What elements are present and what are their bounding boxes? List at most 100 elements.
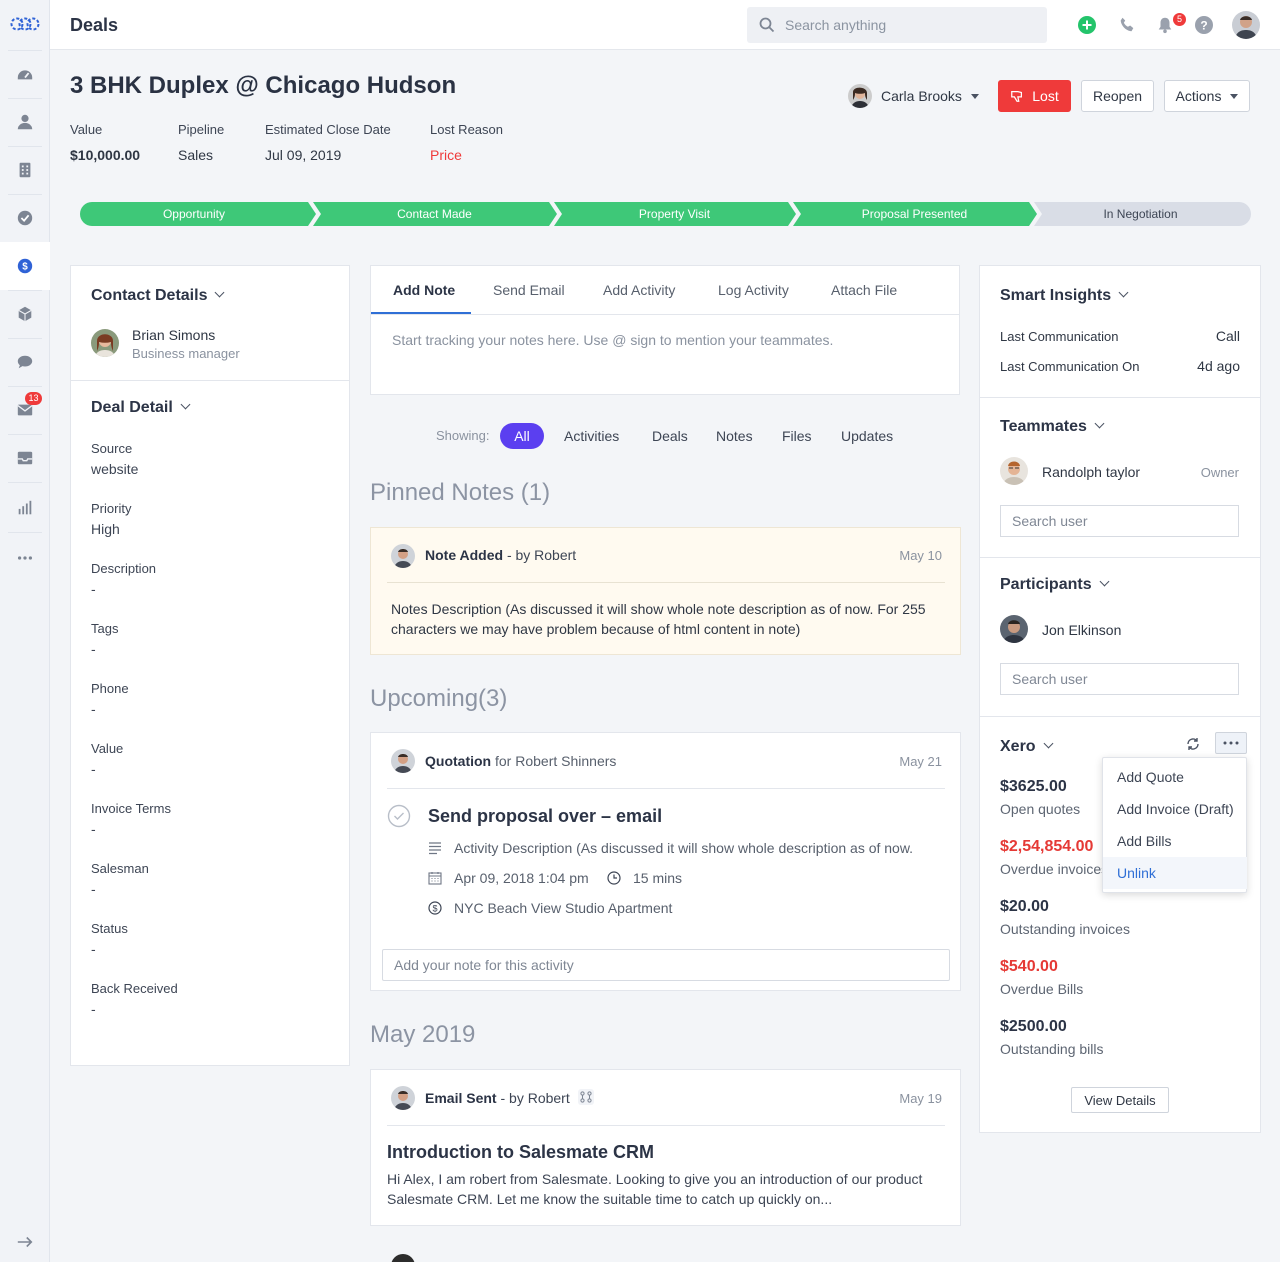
sidebar-item-companies[interactable] <box>0 146 50 194</box>
sidebar: $ 13 <box>0 0 50 1262</box>
tab-log-activity[interactable]: Log Activity <box>718 282 789 298</box>
field-label-source: Source <box>91 441 133 456</box>
tab-send-email[interactable]: Send Email <box>493 282 565 298</box>
stage-contact-made[interactable]: Contact Made <box>320 202 549 226</box>
stage-proposal-presented[interactable]: Proposal Presented <box>800 202 1029 226</box>
svg-text:$: $ <box>22 262 28 273</box>
teammate-search-input[interactable] <box>1000 505 1239 537</box>
participant-search-input[interactable] <box>1000 663 1239 695</box>
sidebar-expand-button[interactable] <box>0 1222 50 1262</box>
help-button[interactable]: ? <box>1194 15 1214 35</box>
lost-button-label: Lost <box>1032 88 1059 104</box>
refresh-icon[interactable] <box>1185 736 1201 752</box>
mark-done-checkbox[interactable] <box>387 804 411 828</box>
view-details-button[interactable]: View Details <box>1071 1087 1169 1113</box>
user-avatar[interactable] <box>1232 11 1260 39</box>
deal-owner-selector[interactable]: Carla Brooks <box>848 84 979 108</box>
history-month-heading: May 2019 <box>370 1021 476 1048</box>
stage-in-negotiation[interactable]: In Negotiation <box>1042 202 1239 226</box>
global-search[interactable] <box>747 7 1047 43</box>
field-label-invoice-terms: Invoice Terms <box>91 801 171 816</box>
author-avatar <box>391 544 415 568</box>
menu-item-add-bills[interactable]: Add Bills <box>1103 825 1247 857</box>
logo-icon <box>10 17 40 31</box>
sidebar-item-products[interactable] <box>0 290 50 338</box>
filter-deals[interactable]: Deals <box>652 428 688 444</box>
field-label-status: Status <box>91 921 128 936</box>
contact-details-toggle[interactable]: Contact Details <box>91 287 225 305</box>
smart-insights-toggle[interactable]: Smart Insights <box>1000 287 1129 305</box>
caret-down-icon <box>970 93 979 99</box>
menu-item-add-quote[interactable]: Add Quote <box>1103 761 1247 793</box>
divider <box>71 380 349 381</box>
sidebar-item-email[interactable]: 13 <box>0 386 50 434</box>
activity-deal-link[interactable]: NYC Beach View Studio Apartment <box>454 900 672 916</box>
meta-value-pipeline: Sales <box>178 147 214 163</box>
filter-notes[interactable]: Notes <box>716 428 753 444</box>
sidebar-item-more[interactable] <box>0 534 50 582</box>
stage-opportunity[interactable]: Opportunity <box>80 202 308 226</box>
field-value-priority: High <box>91 521 120 537</box>
sidebar-item-dashboard[interactable] <box>0 50 50 98</box>
note-body: Notes Description (As discussed it will … <box>391 601 926 637</box>
sidebar-item-deals[interactable]: $ <box>0 242 50 290</box>
owner-name: Carla Brooks <box>881 88 962 104</box>
tracking-icon[interactable] <box>577 1088 595 1106</box>
xero-amount-outstanding-invoices: $20.00 <box>1000 898 1049 915</box>
more-icon <box>17 556 33 560</box>
field-value-source: website <box>91 461 139 477</box>
filter-all[interactable]: All <box>500 423 544 449</box>
menu-item-unlink[interactable]: Unlink <box>1103 857 1247 889</box>
sidebar-item-contacts[interactable] <box>0 98 50 146</box>
xero-amount-outstanding-bills: $2500.00 <box>1000 1018 1067 1035</box>
lost-button[interactable]: Lost <box>998 80 1071 112</box>
notifications-button[interactable] <box>1155 15 1175 35</box>
xero-toggle[interactable]: Xero <box>1000 738 1054 756</box>
description-icon <box>429 842 441 855</box>
reopen-button[interactable]: Reopen <box>1081 80 1154 112</box>
deal-detail-toggle[interactable]: Deal Detail <box>91 399 191 417</box>
sidebar-item-chat[interactable] <box>0 338 50 386</box>
divider <box>387 1125 945 1126</box>
filter-updates[interactable]: Updates <box>841 428 893 444</box>
xero-amount-overdue-invoices: $2,54,854.00 <box>1000 838 1094 855</box>
app-logo[interactable] <box>0 0 50 48</box>
email-subject[interactable]: Introduction to Salesmate CRM <box>387 1142 654 1163</box>
field-value-description: - <box>91 581 96 597</box>
filter-files[interactable]: Files <box>782 428 812 444</box>
right-panel: Smart Insights Last Communication Call L… <box>979 265 1261 1133</box>
activity-note-input[interactable] <box>382 949 950 981</box>
reports-icon <box>18 500 32 515</box>
sidebar-item-inbox[interactable] <box>0 434 50 482</box>
quick-add-button[interactable] <box>1077 15 1097 35</box>
phone-button[interactable] <box>1117 15 1137 35</box>
activity-title[interactable]: Send proposal over – email <box>428 806 662 827</box>
contact-name[interactable]: Brian Simons <box>132 327 215 343</box>
tab-add-note[interactable]: Add Note <box>393 282 455 298</box>
filter-activities[interactable]: Activities <box>564 428 619 444</box>
participants-toggle[interactable]: Participants <box>1000 576 1110 594</box>
field-value-invoice-terms: - <box>91 821 96 837</box>
actions-button[interactable]: Actions <box>1164 80 1250 112</box>
avatar-icon <box>1232 11 1260 39</box>
xero-more-button[interactable] <box>1215 732 1247 754</box>
sidebar-item-reports[interactable] <box>0 484 50 532</box>
tab-attach-file[interactable]: Attach File <box>831 282 897 298</box>
sidebar-item-activities[interactable] <box>0 194 50 242</box>
insight-value-last-communication-on: 4d ago <box>1197 358 1240 374</box>
teammates-toggle[interactable]: Teammates <box>1000 418 1105 436</box>
field-value-salesman: - <box>91 881 96 897</box>
stage-property-visit[interactable]: Property Visit <box>561 202 788 226</box>
field-label-back-received: Back Received <box>91 981 178 996</box>
upcoming-activity-card: Quotation for Robert Shinners May 21 Sen… <box>370 732 961 991</box>
note-input[interactable]: Start tracking your notes here. Use @ si… <box>392 332 833 348</box>
xero-amount-open-quotes: $3625.00 <box>1000 778 1067 795</box>
deal-detail-title: Deal Detail <box>91 399 173 416</box>
tab-add-activity[interactable]: Add Activity <box>603 282 675 298</box>
note-header: Note Added - by Robert <box>425 547 576 563</box>
search-input[interactable] <box>785 7 1040 43</box>
insight-value-last-communication: Call <box>1215 328 1240 344</box>
deal-title: 3 BHK Duplex @ Chicago Hudson <box>70 72 457 99</box>
clock-icon <box>607 871 621 885</box>
menu-item-add-invoice-draft[interactable]: Add Invoice (Draft) <box>1103 793 1247 825</box>
